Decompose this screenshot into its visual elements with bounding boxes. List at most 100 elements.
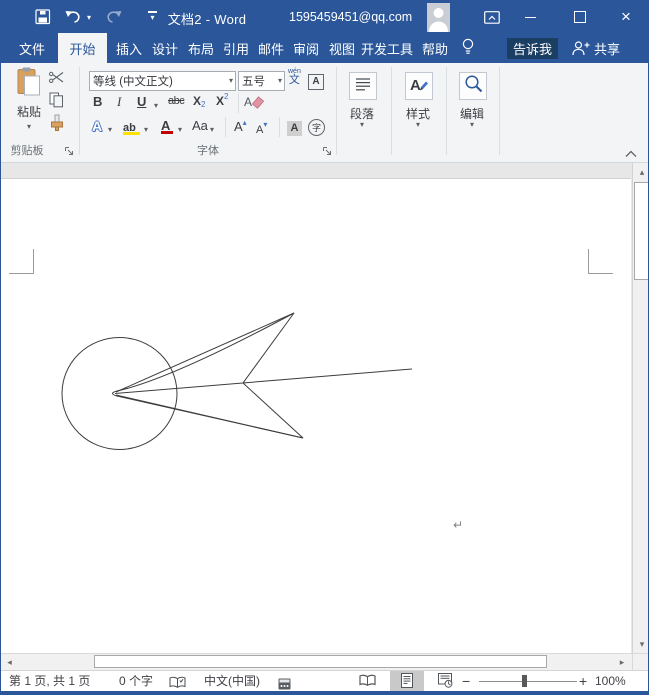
share-button[interactable]: 共享 [566, 33, 626, 63]
arrow-up-icon: ▴ [640, 167, 645, 178]
phonetic-guide-button[interactable]: wén 文 [288, 68, 301, 86]
minimize-button[interactable] [513, 1, 547, 33]
change-case-button[interactable]: Aa [192, 119, 208, 132]
subscript-base: X [193, 95, 201, 107]
zoom-in-button[interactable]: + [579, 671, 587, 692]
shrink-font-button[interactable]: A▾ [256, 120, 267, 138]
tab-home-active[interactable]: 开始 [58, 33, 107, 63]
eraser-icon: A [244, 97, 265, 114]
cut-button[interactable] [49, 71, 64, 89]
font-name-combobox[interactable]: 等线 (中文正文) ▾ [89, 71, 236, 91]
redo-icon [105, 9, 122, 30]
macro-icon [278, 679, 291, 693]
undo-button[interactable] [65, 9, 82, 30]
ribbon-display-options-button[interactable] [484, 11, 500, 29]
proofing-status-button[interactable] [169, 675, 186, 689]
vertical-scrollbar-thumb[interactable] [634, 182, 649, 280]
document-area: ↵ ▴ ▾ [1, 163, 648, 653]
horizontal-scrollbar[interactable]: ◂ ▸ [1, 653, 648, 670]
paragraph-group-caret[interactable]: ▾ [337, 121, 387, 129]
language-status[interactable]: 中文(中国) [204, 671, 260, 692]
underline-dropdown-caret[interactable]: ▾ [154, 102, 158, 110]
bold-button[interactable]: B [93, 95, 102, 108]
close-button[interactable]: × [609, 1, 643, 33]
font-color-button[interactable]: A [161, 117, 170, 135]
tab-review[interactable]: 审阅 [287, 33, 325, 63]
tab-help[interactable]: 帮助 [416, 33, 454, 63]
subscript-button[interactable]: X2 [193, 95, 205, 107]
copy-button[interactable] [49, 92, 64, 113]
editing-group-button[interactable] [459, 72, 487, 100]
tab-references[interactable]: 引用 [217, 33, 255, 63]
font-color-caret[interactable]: ▾ [178, 126, 182, 134]
font-size-combobox[interactable]: 五号 ▾ [238, 71, 285, 91]
account-email[interactable]: 1595459451@qq.com [289, 10, 412, 24]
redo-button[interactable] [105, 9, 122, 30]
tab-insert[interactable]: 插入 [110, 33, 148, 63]
zoom-slider-track[interactable] [479, 681, 577, 682]
horizontal-scrollbar-thumb[interactable] [94, 655, 547, 668]
tab-layout[interactable]: 布局 [182, 33, 220, 63]
print-layout-button[interactable] [390, 671, 424, 692]
italic-button[interactable]: I [117, 95, 121, 108]
enclose-characters-button[interactable]: 字 [308, 118, 325, 136]
scroll-left-button[interactable]: ◂ [1, 654, 18, 670]
tab-design[interactable]: 设计 [146, 33, 184, 63]
caret-up-icon: ▴ [243, 118, 247, 127]
scroll-down-button[interactable]: ▾ [633, 636, 649, 653]
chevron-down-icon: ▾ [148, 14, 157, 22]
zoom-level[interactable]: 100% [595, 671, 626, 692]
pinyin-bottom-label: 文 [289, 75, 300, 86]
collapse-ribbon-button[interactable] [625, 145, 637, 163]
web-layout-icon [438, 673, 453, 691]
character-border-button[interactable]: A [308, 71, 324, 90]
styles-brush-icon: A [409, 75, 429, 98]
scroll-up-button[interactable]: ▴ [633, 163, 649, 181]
freeform-hairpin-curve[interactable] [113, 313, 304, 438]
print-layout-page-icon [401, 673, 413, 691]
page-number-status[interactable]: 第 1 页, 共 1 页 [9, 671, 90, 692]
zoom-slider-thumb[interactable] [522, 675, 527, 687]
strikethrough-button[interactable]: abc [168, 96, 184, 107]
tab-mailings[interactable]: 邮件 [252, 33, 290, 63]
zoom-out-button[interactable]: − [462, 671, 470, 692]
tell-me-box[interactable]: 告诉我 [507, 38, 558, 59]
tab-file[interactable]: 文件 [9, 33, 55, 63]
account-avatar[interactable] [427, 3, 450, 32]
underline-button[interactable]: U [137, 95, 146, 108]
maximize-button[interactable] [563, 1, 597, 33]
styles-group-button[interactable]: A [405, 72, 433, 100]
font-dialog-launcher[interactable] [323, 143, 332, 161]
tell-me-lightbulb-button[interactable] [457, 33, 479, 63]
highlight-caret[interactable]: ▾ [144, 126, 148, 134]
read-mode-button[interactable] [353, 671, 381, 692]
freeform-top-spoke[interactable] [116, 313, 294, 392]
text-highlight-button[interactable]: ab [123, 118, 136, 136]
vertical-scrollbar[interactable]: ▴ ▾ [632, 163, 649, 653]
macro-recording-button[interactable] [278, 676, 291, 688]
tab-view[interactable]: 视图 [323, 33, 361, 63]
paste-button[interactable]: 粘贴 ▾ [11, 67, 47, 131]
change-case-caret[interactable]: ▾ [210, 126, 214, 134]
text-effects-button[interactable]: A [92, 119, 102, 133]
word-count-status[interactable]: 0 个字 [119, 671, 153, 692]
paragraph-group-button[interactable] [349, 72, 377, 100]
clipboard-dialog-launcher[interactable] [65, 143, 74, 161]
superscript-button[interactable]: X2 [216, 95, 228, 107]
format-painter-button[interactable] [49, 114, 65, 136]
undo-dropdown-caret[interactable]: ▾ [87, 14, 91, 22]
undo-icon [65, 9, 82, 30]
save-button[interactable] [35, 9, 51, 30]
clear-formatting-button[interactable]: A [244, 92, 265, 115]
tab-developer[interactable]: 开发工具 [358, 33, 416, 63]
character-shading-button[interactable]: A [287, 118, 302, 136]
customize-quick-access-button[interactable]: ▾ [148, 11, 157, 22]
scroll-right-button[interactable]: ▸ [613, 654, 631, 670]
grow-font-button[interactable]: A▴ [234, 118, 247, 136]
dialog-launcher-icon [65, 143, 74, 160]
text-effects-caret[interactable]: ▾ [108, 126, 112, 134]
web-layout-button[interactable] [431, 671, 459, 692]
editing-group-caret[interactable]: ▾ [447, 121, 497, 129]
styles-group-caret[interactable]: ▾ [393, 121, 443, 129]
freeform-bottom-spoke[interactable] [116, 395, 303, 438]
